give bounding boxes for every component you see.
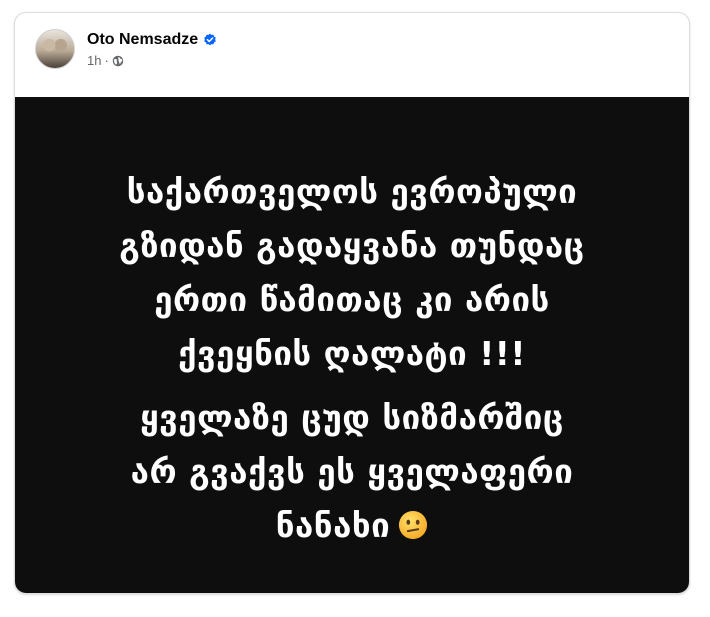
- content-line: ყველაზე ცუდ სიზმარშიც: [140, 398, 564, 437]
- author-avatar[interactable]: [35, 29, 75, 69]
- content-paragraph-2: ყველაზე ცუდ სიზმარშიც არ გვაქვს ეს ყველა…: [15, 391, 689, 553]
- content-line: საქართველოს ევროპული: [126, 172, 578, 211]
- post-header: Oto Nemsadze 1h ·: [15, 13, 689, 97]
- meta-separator: ·: [104, 53, 109, 68]
- content-paragraph-1: საქართველოს ევროპული გზიდან გადაყვანა თუ…: [15, 165, 689, 381]
- content-line: ერთი წამითაც კი არის: [154, 280, 550, 319]
- author-name[interactable]: Oto Nemsadze: [87, 30, 198, 50]
- post-meta: 1h ·: [87, 53, 124, 69]
- post-timestamp[interactable]: 1h: [87, 53, 101, 69]
- author-row: Oto Nemsadze: [87, 30, 217, 50]
- post-card: Oto Nemsadze 1h · საქართველოს ევროპული გ…: [14, 12, 690, 594]
- verified-badge-icon: [204, 33, 216, 46]
- content-line: გზიდან გადაყვანა თუნდაც: [119, 226, 585, 265]
- content-line: ქვეყნის ღალატი !!!: [178, 334, 526, 373]
- globe-icon[interactable]: [112, 55, 124, 67]
- content-line: არ გვაქვს ეს ყველაფერი: [130, 452, 574, 491]
- content-line-text: ნანახი: [275, 506, 391, 545]
- confused-face-emoji-icon: [399, 510, 428, 540]
- post-image-text[interactable]: საქართველოს ევროპული გზიდან გადაყვანა თუ…: [15, 97, 689, 593]
- content-line-last: ნანახი: [15, 499, 689, 553]
